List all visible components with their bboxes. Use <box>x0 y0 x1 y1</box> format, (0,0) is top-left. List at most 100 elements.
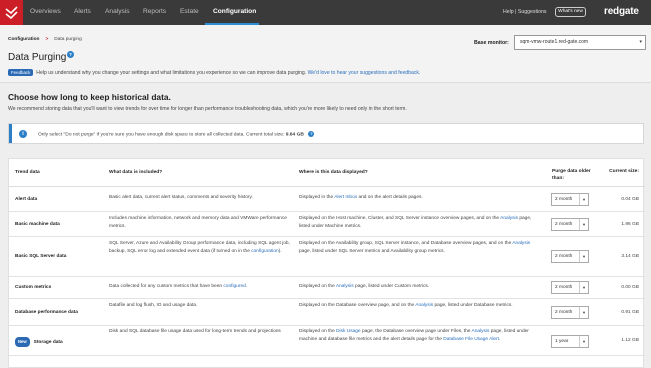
current-size: 3.14 GB <box>621 254 639 259</box>
display-location: Displayed on the Database overview page,… <box>299 302 539 310</box>
display-location: Displayed on the Disk Usage page, the Da… <box>299 328 539 344</box>
text-segment: page, listed under Custom metrics. <box>353 284 430 289</box>
purge-period-value: 2 month <box>555 310 573 315</box>
section-description: We recommend storing data that you'll wa… <box>8 106 407 112</box>
purge-period-select[interactable]: 2 month ▾ <box>551 281 589 294</box>
included-data: Disk and SQL database file usage data us… <box>109 329 281 334</box>
nav-reports[interactable]: Reports <box>143 8 166 15</box>
purge-period-value: 2 month <box>555 254 573 259</box>
inline-link[interactable]: configuration <box>251 249 278 254</box>
nav-alerts[interactable]: Alerts <box>74 8 91 15</box>
whats-new-button[interactable]: What's new <box>555 7 586 17</box>
header-included: What data is included? <box>109 170 163 175</box>
header-purge-older-than: Purge data older than: <box>552 169 591 181</box>
inline-link[interactable]: Analysis <box>415 303 433 308</box>
new-badge: New <box>15 337 30 347</box>
table-row: Basic machine data Includes machine infor… <box>9 212 645 237</box>
page-title: Data Purging <box>8 52 67 63</box>
chevron-down-icon: ▾ <box>579 219 588 230</box>
text-segment: Displayed on the Availability group, SQL… <box>299 241 513 246</box>
breadcrumb-current: Data purging <box>54 37 82 42</box>
header-displayed: Where is this data displayed? <box>299 170 368 175</box>
breadcrumb-separator: > <box>45 37 49 42</box>
inline-link[interactable]: Database File Usage Alert <box>443 337 499 342</box>
text-segment: . <box>245 284 248 289</box>
display-location: Displayed in the Alert Inbox and on the … <box>299 194 539 202</box>
purge-period-value: 2 month <box>555 197 573 202</box>
redgate-logo-icon[interactable] <box>0 0 23 25</box>
current-size: 0.91 GB <box>621 309 639 315</box>
header-current-size: Current size: <box>609 169 639 174</box>
text-segment: . <box>499 337 501 342</box>
feedback-badge[interactable]: Feedback <box>8 69 34 76</box>
chevron-down-icon: ▾ <box>579 194 588 205</box>
inline-link[interactable]: Analysis <box>472 329 490 334</box>
inline-link[interactable]: Alert Inbox <box>334 195 357 200</box>
trend-name-text: Storage data <box>33 340 63 345</box>
trend-name-text: Custom metrics <box>15 285 52 290</box>
help-icon[interactable]: ? <box>67 51 74 58</box>
included-data: Datafile and log flush, IO and usage dat… <box>109 303 198 308</box>
note-accent-bar <box>9 124 12 143</box>
nav-configuration[interactable]: Configuration <box>213 8 256 15</box>
base-monitor-label: Base monitor: <box>474 40 509 46</box>
base-monitor-select[interactable]: sqm-vmw-route1.red-gate.com ▾ <box>514 35 646 50</box>
purge-period-select[interactable]: 1 year ▾ <box>551 335 589 348</box>
inline-link[interactable]: configured <box>223 284 245 289</box>
brand-name: redgate <box>604 6 639 17</box>
chevron-down-icon: ▾ <box>639 39 642 45</box>
trend-name: New Storage data <box>15 337 105 347</box>
base-monitor-value: sqm-vmw-route1.red-gate.com <box>520 39 589 45</box>
purge-period-value: 2 month <box>555 222 573 227</box>
display-location: Displayed on the Analysis page, listed u… <box>299 283 539 291</box>
breadcrumb: Configuration > Data purging <box>8 37 82 42</box>
chevron-down-icon: ▾ <box>579 251 588 262</box>
text-segment: Displayed on the <box>299 329 337 334</box>
trend-name: Basic SQL Server data <box>15 253 105 261</box>
current-size: 0.00 GB <box>621 285 639 290</box>
trend-name: Custom metrics <box>15 284 105 292</box>
text-segment: ). <box>278 249 282 254</box>
included-data: Basic alert data, current alert status, … <box>109 195 253 200</box>
feedback-text: Help us understand why you change your s… <box>36 70 307 76</box>
help-suggestions-link[interactable]: Help | Suggestions <box>503 9 546 15</box>
current-size: 1.96 GB <box>621 221 639 227</box>
trend-name: Basic machine data <box>15 221 105 229</box>
purge-period-select[interactable]: 2 month ▾ <box>551 193 589 206</box>
purge-period-select[interactable]: 2 month ▾ <box>551 218 589 231</box>
text-segment: Displayed on the Database overview page,… <box>299 303 416 308</box>
purge-period-select[interactable]: 2 month ▾ <box>551 306 589 319</box>
text-segment: Displayed on the Host machine, Cluster, … <box>299 216 501 221</box>
top-navigation-bar: Overviews Alerts Analysis Reports Estate… <box>0 0 651 25</box>
inline-link[interactable]: Disk Usage <box>336 329 361 334</box>
text-segment: Displayed on the <box>299 284 336 289</box>
table-row: New Storage data Disk and SQL database fil… <box>9 326 645 356</box>
chevron-down-icon: ▾ <box>579 307 588 318</box>
table-row: Alert data Basic alert data, current aler… <box>9 187 645 212</box>
breadcrumb-configuration[interactable]: Configuration <box>8 37 39 42</box>
trend-name-text: Basic SQL Server data <box>15 254 67 259</box>
trend-name: Alert data <box>15 196 105 204</box>
purge-period-select[interactable]: 2 month ▾ <box>551 250 589 263</box>
info-icon: i <box>19 130 27 138</box>
nav-overviews[interactable]: Overviews <box>30 8 61 15</box>
included-data: SQL Server, Azure and Availability Group… <box>109 240 291 256</box>
text-segment: and on the alert details pages. <box>357 195 423 200</box>
nav-analysis[interactable]: Analysis <box>105 8 130 15</box>
text-segment: page, the Database overview page under F… <box>360 329 472 334</box>
inline-link[interactable]: Analysis <box>512 241 530 246</box>
total-size-label: Current total size: <box>246 132 285 138</box>
header-trend-data: Trend data <box>15 170 40 175</box>
table-row: Custom metrics Data collected for any cus… <box>9 277 645 299</box>
inline-link[interactable]: Analysis <box>500 216 518 221</box>
nav-estate[interactable]: Estate <box>180 8 199 15</box>
display-location: Displayed on the Host machine, Cluster, … <box>299 215 539 231</box>
inline-link[interactable]: Analysis <box>336 284 354 289</box>
help-icon[interactable]: ? <box>308 131 315 137</box>
current-size: 0.04 GB <box>621 196 639 202</box>
included-data: Includes machine information, network an… <box>109 216 287 229</box>
chevron-down-icon: ▾ <box>579 282 588 293</box>
text-segment: Displayed in the <box>299 195 335 200</box>
disk-space-note: i Only select "Do not purge" if you're s… <box>8 123 644 144</box>
feedback-link[interactable]: We'd love to hear your suggestions and f… <box>308 70 421 76</box>
